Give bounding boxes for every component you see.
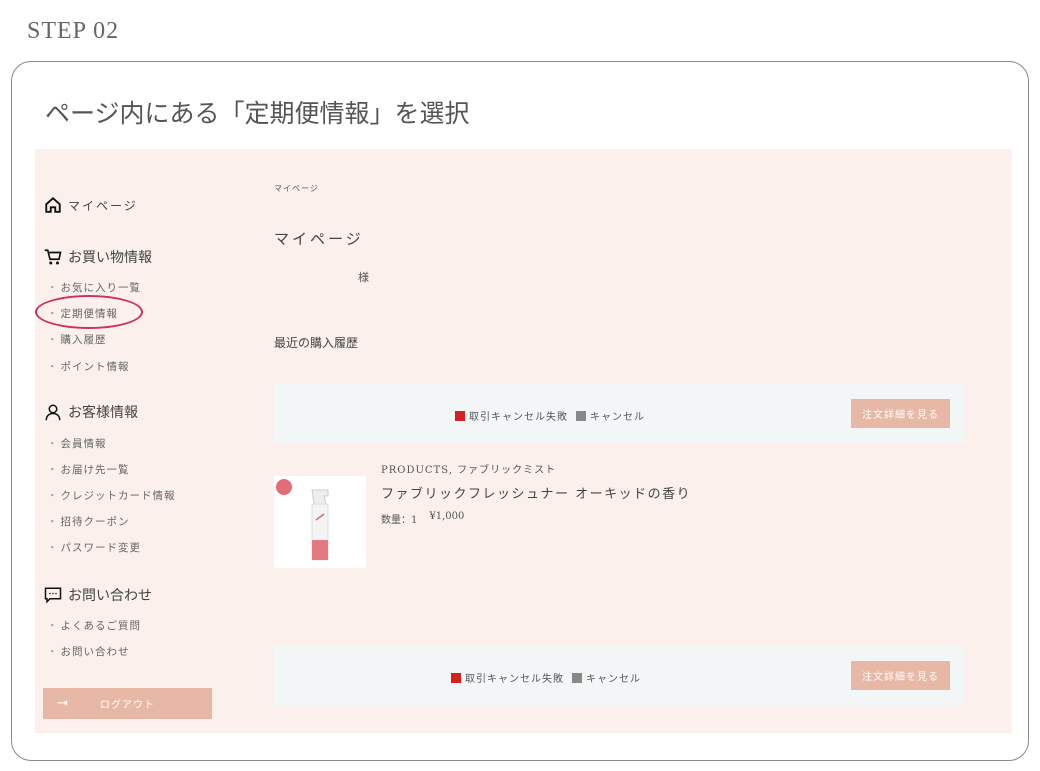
cancel-swatch bbox=[572, 672, 582, 683]
sidebar-item-invite-coupon[interactable]: 招待クーポン bbox=[47, 514, 130, 529]
status-cancel: キャンセル bbox=[590, 412, 645, 423]
sidebar-item-member-info[interactable]: 会員情報 bbox=[47, 436, 107, 451]
product-qty-price: 数量：1 ¥1,000 bbox=[381, 511, 464, 526]
sidebar-item-contact[interactable]: お問い合わせ bbox=[47, 644, 130, 659]
sidebar-item-addresses[interactable]: お届け先一覧 bbox=[47, 462, 130, 477]
failed-swatch bbox=[455, 410, 465, 421]
section-contact: お問い合わせ bbox=[44, 585, 152, 605]
order-bar: 取引キャンセル失敗 キャンセル 注文詳細を見る bbox=[274, 645, 965, 705]
sidebar-item-purchase-history[interactable]: 購入履歴 bbox=[47, 332, 107, 347]
quantity: 数量：1 bbox=[381, 515, 418, 526]
product-name[interactable]: ファブリックフレッシュナー オーキッドの香り bbox=[381, 483, 691, 502]
chat-icon bbox=[44, 587, 62, 604]
cancel-swatch bbox=[576, 410, 586, 421]
order-status: 取引キャンセル失敗 キャンセル bbox=[451, 670, 641, 685]
sidebar-label: マイページ bbox=[68, 198, 138, 213]
order-detail-button[interactable]: 注文詳細を見る bbox=[851, 399, 950, 428]
sidebar-item-favorites[interactable]: お気に入り一覧 bbox=[47, 280, 141, 295]
honorific: 様 bbox=[358, 271, 369, 284]
spray-bottle-image bbox=[276, 479, 329, 561]
price: ¥1,000 bbox=[429, 511, 465, 522]
order-detail-button[interactable]: 注文詳細を見る bbox=[851, 661, 950, 690]
status-failed: 取引キャンセル失敗 bbox=[469, 412, 568, 423]
section-title: お客様情報 bbox=[68, 405, 138, 421]
logout-icon: ⇥ bbox=[57, 696, 69, 711]
highlight-circle bbox=[35, 295, 143, 329]
user-icon bbox=[45, 404, 61, 421]
logout-label: ログアウト bbox=[100, 700, 155, 711]
status-cancel: キャンセル bbox=[586, 674, 641, 685]
home-icon bbox=[45, 196, 61, 213]
section-customer: お客様情報 bbox=[44, 402, 138, 422]
order-bar: 取引キャンセル失敗 キャンセル 注文詳細を見る bbox=[274, 384, 965, 444]
sidebar-item-mypage[interactable]: マイページ bbox=[44, 196, 138, 214]
cart-icon bbox=[44, 249, 62, 265]
sidebar-item-credit-card[interactable]: クレジットカード情報 bbox=[47, 488, 176, 503]
recent-title: 最近の購入履歴 bbox=[274, 336, 359, 350]
instruction-title: ページ内にある「定期便情報」を選択 bbox=[45, 99, 470, 128]
mypage-screenshot: マイページ お買い物情報 お気に入り一覧 定期便情報 購入履歴 ポイント情報 お… bbox=[35, 149, 1012, 733]
step-label: STEP 02 bbox=[27, 18, 120, 44]
sidebar-item-points[interactable]: ポイント情報 bbox=[47, 359, 130, 374]
sidebar-item-password[interactable]: パスワード変更 bbox=[47, 540, 141, 555]
breadcrumb[interactable]: マイページ bbox=[274, 183, 319, 194]
product-image[interactable] bbox=[274, 476, 366, 568]
section-title: お問い合わせ bbox=[68, 588, 152, 604]
section-title: お買い物情報 bbox=[68, 250, 152, 266]
page-heading: マイページ bbox=[274, 230, 364, 248]
failed-swatch bbox=[451, 672, 461, 683]
product-category: PRODUCTS, ファブリックミスト bbox=[381, 465, 557, 476]
logout-button[interactable]: ⇥ ログアウト bbox=[43, 688, 212, 719]
sidebar-item-faq[interactable]: よくあるご質問 bbox=[47, 618, 141, 633]
section-shopping: お買い物情報 bbox=[44, 247, 152, 267]
order-status: 取引キャンセル失敗 キャンセル bbox=[455, 408, 645, 423]
status-failed: 取引キャンセル失敗 bbox=[465, 674, 564, 685]
